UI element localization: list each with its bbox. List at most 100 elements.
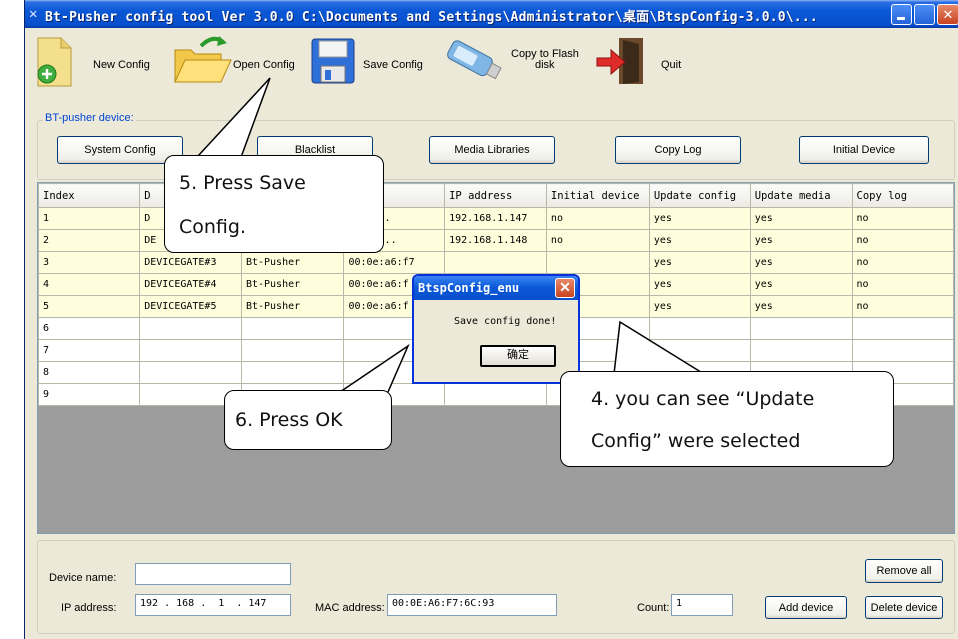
app-icon: ✕: [29, 6, 38, 22]
table-cell: [139, 339, 242, 362]
table-cell: no: [545, 229, 650, 252]
quit-label: Quit: [661, 59, 682, 71]
count-input[interactable]: 1: [671, 594, 733, 616]
app-window: ✕ Bt-Pusher config tool Ver 3.0.0 C:\Doc…: [24, 0, 958, 639]
table-cell: Bt-Pusher: [240, 273, 345, 296]
table-cell: yes: [749, 229, 853, 252]
callout-update-config: 4. you can see “Update Config” were sele…: [560, 371, 894, 467]
table-cell: [851, 317, 954, 340]
quit-button[interactable]: Quit: [593, 34, 703, 90]
table-cell: 9: [38, 383, 141, 406]
ip-address-input[interactable]: 192 . 168 . 1 . 147: [135, 594, 291, 616]
table-cell: yes: [648, 251, 751, 274]
device-name-label: Device name:: [49, 572, 117, 584]
close-button[interactable]: ✕: [937, 4, 958, 25]
media-libraries-button[interactable]: Media Libraries: [429, 136, 555, 164]
callout-save-config: 5. Press Save Config.: [164, 155, 384, 253]
mac-address-label: MAC address:: [315, 602, 385, 614]
table-cell: no: [851, 229, 954, 252]
table-cell: yes: [749, 273, 853, 296]
copy-to-flash-button[interactable]: Copy to Flash disk: [439, 34, 589, 90]
copy-flash-label-2: disk: [535, 59, 555, 71]
device-group-label: BT-pusher device:: [43, 112, 136, 124]
open-config-label: Open Config: [233, 59, 295, 71]
table-cell: [444, 251, 547, 274]
dialog-title[interactable]: BtspConfig_enu: [414, 276, 578, 300]
column-header[interactable]: Copy log: [851, 183, 954, 208]
open-config-button[interactable]: Open Config: [167, 34, 307, 90]
table-cell: DEVICEGATE#5: [139, 295, 242, 318]
table-cell: [240, 339, 345, 362]
table-cell: [851, 339, 954, 362]
table-cell: yes: [749, 207, 853, 230]
copy-log-button[interactable]: Copy Log: [615, 136, 741, 164]
column-header[interactable]: IP address: [444, 183, 547, 208]
table-cell: [545, 251, 650, 274]
dialog-message: Save config done!: [454, 316, 557, 327]
new-config-label: New Config: [93, 59, 150, 71]
table-cell: [648, 317, 751, 340]
new-config-button[interactable]: New Config: [31, 34, 151, 90]
maximize-button[interactable]: [914, 4, 935, 25]
table-cell: 192.168.1.147: [444, 207, 547, 230]
delete-device-button[interactable]: Delete device: [865, 596, 943, 619]
table-row[interactable]: 3 DEVICEGATE#3 Bt-Pusher 00:0e:a6:f7 yes yes n…: [38, 251, 954, 274]
callout-press-ok: 6. Press OK: [224, 390, 392, 450]
usb-drive-icon: [447, 40, 502, 80]
table-cell: yes: [749, 295, 853, 318]
table-cell: 7: [38, 339, 141, 362]
table-cell: no: [851, 251, 954, 274]
save-config-button[interactable]: Save Config: [307, 34, 447, 90]
table-cell: 3: [38, 251, 141, 274]
table-cell: yes: [648, 229, 751, 252]
dialog-close-icon[interactable]: ✕: [555, 278, 575, 298]
device-form: [37, 540, 955, 634]
minimize-button[interactable]: [891, 4, 912, 25]
table-cell: yes: [648, 207, 751, 230]
column-header[interactable]: Initial device: [545, 183, 650, 208]
add-device-button[interactable]: Add device: [765, 596, 847, 619]
floppy-disk-icon: [311, 38, 355, 84]
window-title: Bt-Pusher config tool Ver 3.0.0 C:\Docum…: [45, 10, 818, 25]
save-config-label: Save Config: [363, 59, 423, 71]
table-cell: no: [851, 207, 954, 230]
remove-all-button[interactable]: Remove all: [865, 559, 943, 583]
table-cell: yes: [749, 251, 853, 274]
table-cell: Bt-Pusher: [240, 295, 345, 318]
table-cell: DEVICEGATE#3: [139, 251, 242, 274]
table-cell: 2: [38, 229, 141, 252]
column-header[interactable]: Update config: [648, 183, 751, 208]
table-cell: [444, 383, 547, 406]
table-cell: no: [545, 207, 650, 230]
callout-5-line1: 5. Press Save: [179, 172, 306, 194]
device-name-input[interactable]: [135, 563, 291, 585]
initial-device-button[interactable]: Initial Device: [799, 136, 929, 164]
count-label: Count:: [637, 602, 670, 614]
column-header[interactable]: Update media: [749, 183, 853, 208]
callout-4-line1: 4. you can see “Update: [591, 388, 815, 410]
callout-6-text: 6. Press OK: [235, 409, 343, 431]
title-bar[interactable]: ✕ Bt-Pusher config tool Ver 3.0.0 C:\Doc…: [25, 0, 958, 28]
table-cell: 8: [38, 361, 141, 384]
table-cell: 4: [38, 273, 141, 296]
table-cell: no: [851, 273, 954, 296]
column-header[interactable]: Index: [38, 183, 141, 208]
save-done-dialog: BtspConfig_enu ✕ Save config done! 确定: [412, 274, 580, 384]
table-cell: [139, 361, 242, 384]
table-cell: [749, 339, 853, 362]
table-cell: no: [851, 295, 954, 318]
dialog-ok-button[interactable]: 确定: [480, 345, 556, 367]
mac-address-input[interactable]: 00:0E:A6:F7:6C:93: [387, 594, 557, 616]
table-cell: [648, 339, 751, 362]
table-cell: 5: [38, 295, 141, 318]
table-cell: [240, 317, 345, 340]
table-cell: yes: [648, 295, 751, 318]
table-cell: 192.168.1.148: [444, 229, 547, 252]
ip-address-label: IP address:: [61, 602, 117, 614]
toolbar: New Config Open Config Save Config Copy …: [25, 28, 958, 98]
folder-open-icon: [174, 36, 232, 83]
callout-5-line2: Config.: [179, 216, 247, 238]
table-cell: 6: [38, 317, 141, 340]
table-cell: 1: [38, 207, 141, 230]
table-cell: [240, 361, 345, 384]
